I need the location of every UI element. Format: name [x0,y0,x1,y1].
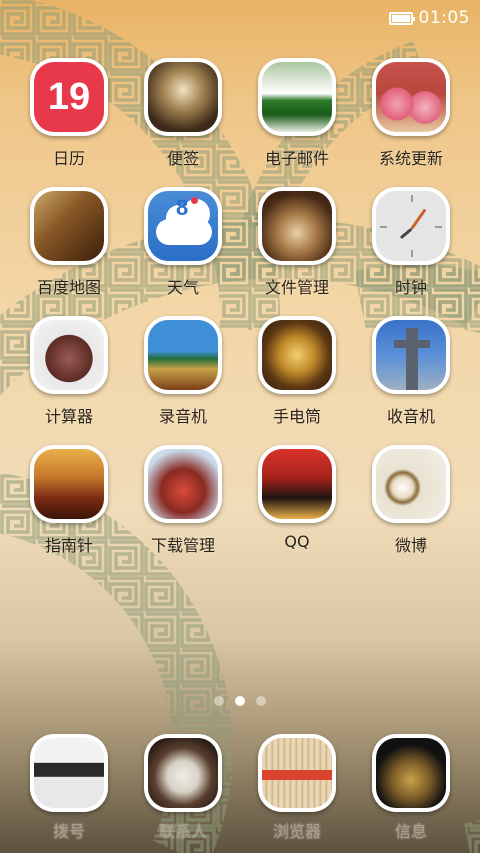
dialer-icon [34,738,104,808]
messages-icon [376,738,446,808]
app-label: 百度地图 [36,278,101,297]
app-label: 便签 [166,149,199,168]
app-label: 天气 [166,278,199,297]
system-update-icon [376,62,446,132]
calendar-date: 19 [47,75,91,118]
dock-label: 浏览器 [272,822,321,841]
app-recorder[interactable]: 录音机 [126,316,240,445]
calendar-icon: 19 [34,62,104,132]
app-calculator[interactable]: 计算器 [12,316,126,445]
app-email[interactable]: 电子邮件 [240,58,354,187]
weather-icon: 8 [148,191,218,261]
page-dot-active[interactable] [235,696,245,706]
app-label: 计算器 [44,407,93,426]
app-system-update[interactable]: 系统更新 [354,58,468,187]
dock: 拨号 联系人 浏览器 信息 [12,734,468,842]
dock-contacts[interactable]: 联系人 [126,734,240,842]
app-weather[interactable]: 8 天气 [126,187,240,316]
app-label: 系统更新 [378,149,443,168]
page-dot[interactable] [214,696,224,706]
app-clock[interactable]: 时钟 [354,187,468,316]
app-radio[interactable]: 收音机 [354,316,468,445]
app-flashlight[interactable]: 手电筒 [240,316,354,445]
calculator-icon [34,320,104,390]
app-label: 电子邮件 [264,149,329,168]
status-time: 01:05 [418,8,470,28]
flashlight-icon [262,320,332,390]
file-manager-icon [262,191,332,261]
page-dot[interactable] [256,696,266,706]
recorder-icon [148,320,218,390]
dock-label: 信息 [394,822,427,841]
app-weibo[interactable]: 微博 [354,445,468,574]
weather-temp: 8 [176,195,189,220]
app-compass[interactable]: 指南针 [12,445,126,574]
notes-icon [148,62,218,132]
dock-browser[interactable]: 浏览器 [240,734,354,842]
weibo-icon [376,449,446,519]
app-label: 微博 [394,536,427,555]
app-label: 指南针 [44,536,93,555]
app-baidu-map[interactable]: 百度地图 [12,187,126,316]
app-label: 文件管理 [264,278,329,297]
email-icon [262,62,332,132]
page-indicator [0,696,480,706]
dock-dialer[interactable]: 拨号 [12,734,126,842]
app-file-manager[interactable]: 文件管理 [240,187,354,316]
app-label: QQ [284,532,310,551]
app-download-manager[interactable]: 下载管理 [126,445,240,574]
battery-full-icon [388,11,415,25]
compass-icon [34,449,104,519]
app-label: 收音机 [386,407,435,426]
clock-icon [376,191,446,261]
qq-icon [262,449,332,519]
map-icon [34,191,104,261]
app-calendar[interactable]: 19 日历 [12,58,126,187]
app-label: 时钟 [394,278,427,297]
dock-label: 联系人 [158,822,207,841]
app-label: 日历 [52,149,85,168]
app-label: 下载管理 [150,536,215,555]
cloud-icon [156,199,212,245]
degree-icon [191,197,198,204]
contacts-icon [148,738,218,808]
browser-icon [262,738,332,808]
app-qq[interactable]: QQ [240,445,354,574]
status-bar: 01:05 [0,0,480,36]
dock-label: 拨号 [52,822,85,841]
download-manager-icon [148,449,218,519]
app-notes[interactable]: 便签 [126,58,240,187]
app-grid: 19 日历 便签 电子邮件 系统更新 百度地图 8 天气 文件管理 时钟 计算器… [12,58,468,574]
dock-messages[interactable]: 信息 [354,734,468,842]
app-label: 手电筒 [272,407,321,426]
radio-icon [376,320,446,390]
app-label: 录音机 [158,407,207,426]
